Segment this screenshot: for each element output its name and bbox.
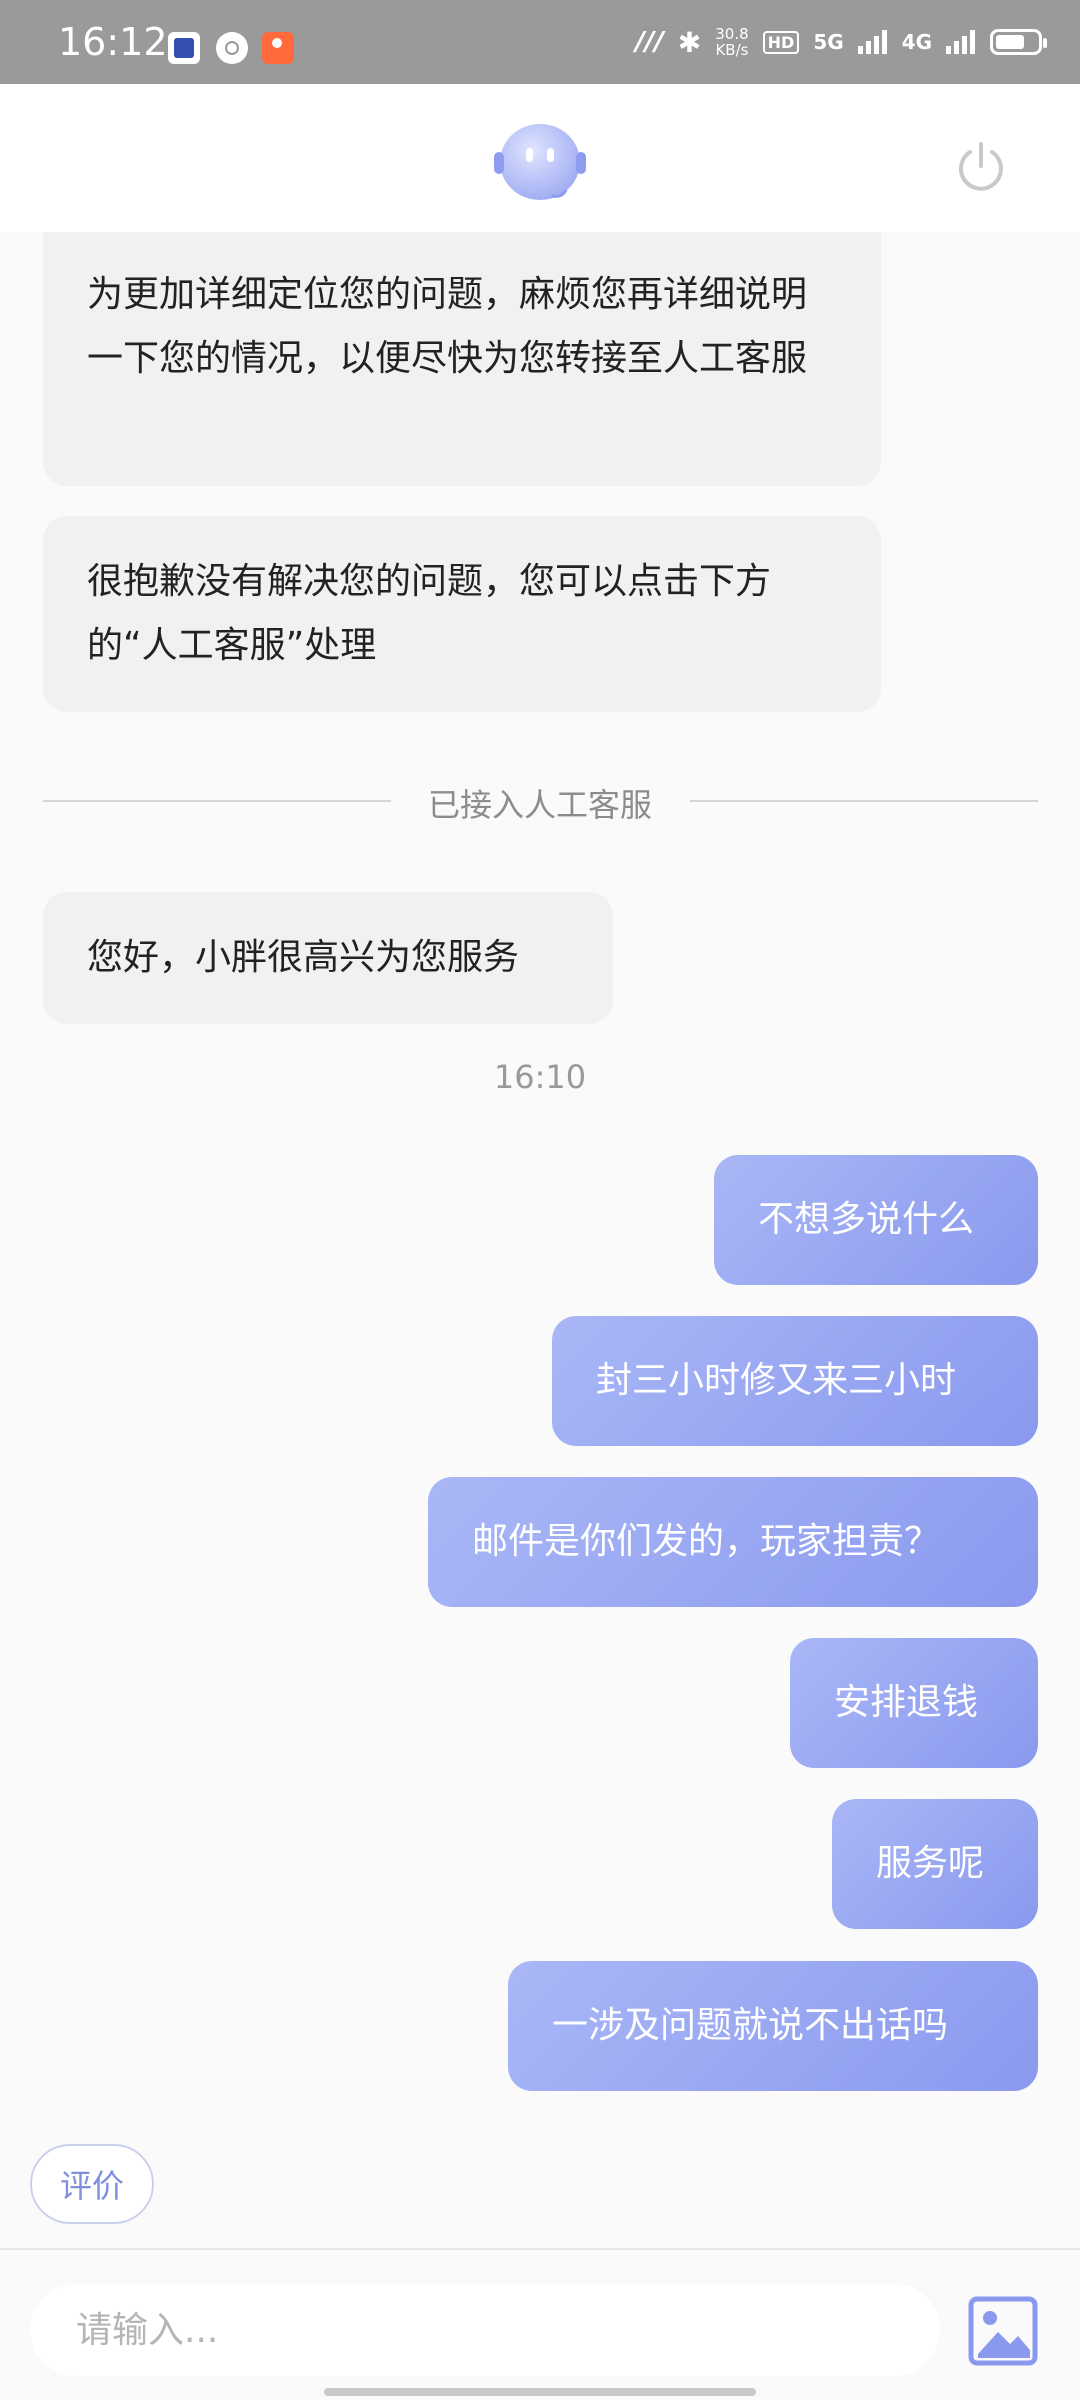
status-time: 16:12 (58, 20, 168, 64)
outgoing-message: 封三小时修又来三小时 (552, 1316, 1038, 1446)
message-text: 封三小时修又来三小时 (596, 1360, 957, 1401)
outgoing-message: 一涉及问题就说不出话吗 (508, 1961, 1038, 2091)
signal-bars-icon (857, 30, 887, 54)
robot-avatar-icon (494, 124, 586, 200)
nfc-icon: /// (635, 27, 664, 57)
outgoing-message: 服务呢 (832, 1799, 1038, 1929)
outgoing-message: 不想多说什么 (714, 1155, 1038, 1285)
signal-5g: 5G (813, 30, 844, 54)
incoming-message: 您好，小胖很高兴为您服务 (43, 892, 613, 1024)
divider-line-right (690, 800, 1038, 802)
app-notification-icon (168, 32, 200, 64)
outgoing-message: 安排退钱 (790, 1638, 1038, 1768)
network-speed: 30.8 KB/s (715, 25, 749, 59)
battery-icon (990, 29, 1047, 55)
incoming-message: 很抱歉没有解决您的问题，您可以点击下方的“人工客服”处理 (43, 516, 881, 712)
message-timestamp: 16:10 (493, 1058, 587, 1096)
message-text: 安排退钱 (834, 1682, 979, 1723)
home-indicator[interactable] (324, 2388, 756, 2396)
message-input[interactable] (30, 2284, 940, 2376)
browser-notification-icon (216, 32, 248, 64)
message-text: 一涉及问题就说不出话吗 (552, 2005, 949, 2046)
message-text: 服务呢 (876, 1843, 985, 1884)
chat-header (0, 84, 1080, 232)
power-icon[interactable] (952, 138, 1010, 196)
image-icon[interactable] (968, 2296, 1038, 2366)
message-text: 很抱歉没有解决您的问题，您可以点击下方的“人工客服”处理 (87, 561, 772, 666)
sports-app-notification-icon (262, 32, 294, 64)
bluetooth-icon: ✱ (677, 25, 702, 59)
system-notice: 已接入人工客服 (427, 786, 652, 824)
outgoing-message: 邮件是你们发的，玩家担责？ (428, 1477, 1038, 1607)
input-bar (0, 2248, 1080, 2400)
message-text: 为更加详细定位您的问题，麻烦您再详细说明一下您的情况，以便尽快为您转接至人工客服 (87, 274, 808, 379)
signal-4g: 4G (901, 30, 932, 54)
hd-badge: HD (762, 30, 800, 54)
incoming-message: 为更加详细定位您的问题，麻烦您再详细说明一下您的情况，以便尽快为您转接至人工客服 (43, 232, 881, 486)
rate-button[interactable]: 评价 (30, 2144, 154, 2224)
message-text: 您好，小胖很高兴为您服务 (87, 937, 520, 978)
signal-bars-icon-2 (946, 30, 975, 54)
message-text: 邮件是你们发的，玩家担责？ (472, 1521, 941, 1562)
status-bar: 16:12 /// ✱ 30.8 KB/s HD 5G 4G (0, 0, 1080, 84)
message-text: 不想多说什么 (758, 1199, 975, 1240)
